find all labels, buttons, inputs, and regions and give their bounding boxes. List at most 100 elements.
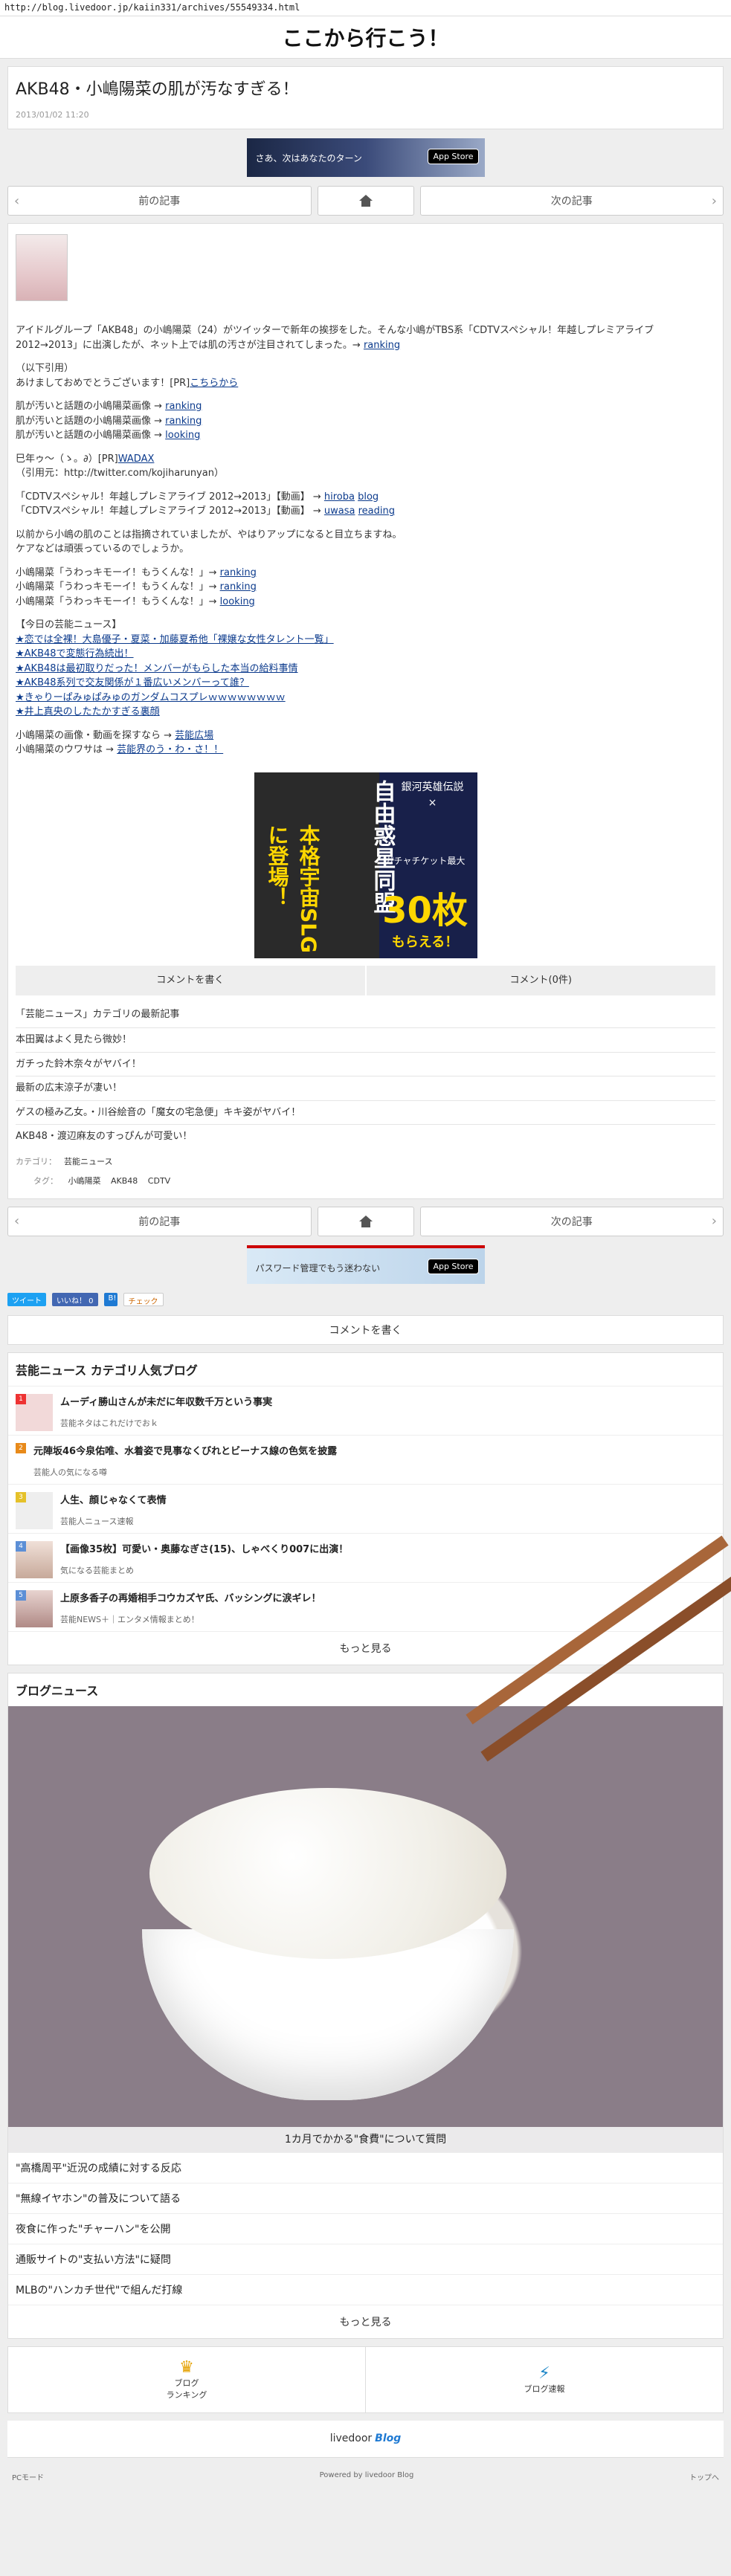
- wadax-link[interactable]: WADAX: [118, 453, 155, 465]
- tag-link[interactable]: AKB48: [111, 1176, 138, 1186]
- home-button[interactable]: [317, 186, 414, 216]
- ranking-link[interactable]: ranking: [220, 581, 257, 593]
- footer-nav: ♛ ブログ ランキング ⚡ ブログ速報: [7, 2346, 724, 2413]
- ranking-item[interactable]: 3 人生、顔じゃなくて表情 芸能人ニュース速報: [8, 1483, 723, 1533]
- ad-count: 30枚: [382, 889, 468, 932]
- ad-banner-bottom[interactable]: パスワード管理でもう迷わない App Store: [246, 1245, 485, 1284]
- url-bar[interactable]: http://blog.livedoor.jp/kaiin331/archive…: [0, 0, 731, 16]
- ranking-item[interactable]: 2 元陣坂46今泉佑唯、水着姿で見事なくびれとビーナス線の色気を披露 芸能人の気に…: [8, 1434, 723, 1484]
- list-item[interactable]: 本田翼はよく見たら微妙！: [16, 1027, 715, 1052]
- blog-news-list: "高橋周平"近況の成績に対する反応 "無線イヤホン"の普及について語る 夜食に作…: [8, 2151, 723, 2305]
- check-button[interactable]: チェック: [123, 1292, 164, 1306]
- social-buttons: ツイート いいね！ 0 B! チェック: [7, 1292, 724, 1306]
- kochira-link[interactable]: こちらから: [190, 378, 238, 389]
- ranking-link[interactable]: ranking: [220, 567, 257, 578]
- article-thumbnail[interactable]: [16, 234, 68, 301]
- blog-news-title: ブログニュース: [16, 1683, 99, 1698]
- blog-link[interactable]: blog: [358, 491, 379, 503]
- ranking-thumbnail: 3: [16, 1491, 53, 1529]
- ranking-link[interactable]: ranking: [165, 416, 202, 427]
- ad-text: パスワード管理でもう迷わない: [255, 1262, 381, 1274]
- livedoor-blog-logo[interactable]: livedoor Blog: [7, 2420, 724, 2458]
- ranking-thumbnail: 5: [16, 1589, 53, 1627]
- blog-ranking-button[interactable]: ♛ ブログ ランキング: [8, 2346, 366, 2412]
- list-item[interactable]: ガチった鈴木奈々がヤバイ！: [16, 1051, 715, 1076]
- prev-post-button[interactable]: ‹ 前の記事: [7, 1206, 312, 1236]
- popular-title: 芸能ニュース カテゴリ人気ブログ: [16, 1363, 198, 1378]
- tag-link[interactable]: CDTV: [148, 1176, 170, 1186]
- post-title: AKB48・小嶋陽菜の肌が汚なすぎる！: [16, 80, 299, 99]
- looking-link[interactable]: looking: [165, 430, 200, 441]
- news-link[interactable]: ★AKB48は最初取りだった！メンバーがもらした本当の給料事情: [16, 663, 298, 674]
- list-item[interactable]: 通販サイトの"支払い方法"に疑問: [8, 2243, 723, 2274]
- category-latest-list: 本田翼はよく見たら微妙！ ガチった鈴木奈々がヤバイ！ 最新の広末涼子が凄い！ ゲ…: [16, 1027, 715, 1149]
- list-item[interactable]: MLBの"ハンカチ世代"で組んだ打線: [8, 2273, 723, 2305]
- blog-quick-button[interactable]: ⚡ ブログ速報: [366, 2347, 723, 2412]
- news-link[interactable]: ★きゃりーぱみゅぱみゅのガンダムコスプレｗｗｗｗｗｗｗｗ: [16, 692, 286, 703]
- tag-link[interactable]: 小嶋陽菜: [68, 1176, 101, 1186]
- hiroba-link[interactable]: hiroba: [324, 491, 355, 503]
- chevron-right-icon: ›: [711, 1213, 717, 1229]
- ranking-thumbnail: 1: [16, 1393, 53, 1431]
- list-item[interactable]: 最新の広末涼子が凄い！: [16, 1076, 715, 1100]
- chevron-left-icon: ‹: [14, 1213, 20, 1229]
- ad-subtitle: ガチャチケット最大: [384, 855, 466, 866]
- geinou-uwasa-link[interactable]: 芸能界のう・わ・さ！！: [117, 744, 223, 755]
- app-store-badge: App Store: [428, 1258, 479, 1274]
- reading-link[interactable]: reading: [358, 506, 395, 517]
- chevron-left-icon: ‹: [14, 193, 20, 209]
- ad-left-text: 本格宇宙SLGに登場！: [265, 824, 321, 953]
- ranking-item[interactable]: 4 【画像35枚】可愛い・奥藤なぎさ(15)、しゃべくり007に出演！ 気になる芸…: [8, 1532, 723, 1582]
- rice-image: [149, 1787, 506, 1959]
- geinou-hiroba-link[interactable]: 芸能広場: [175, 730, 213, 741]
- chevron-right-icon: ›: [711, 193, 717, 209]
- hero-caption[interactable]: 1カ月でかかる"食費"について質問: [8, 2126, 723, 2152]
- like-button[interactable]: いいね！ 0: [52, 1292, 98, 1306]
- next-post-button[interactable]: 次の記事 ›: [419, 1206, 724, 1236]
- comment-count-button[interactable]: コメント(0件): [366, 965, 715, 995]
- news-link[interactable]: ★AKB48系列で交友関係が１番広いメンバーって誰？: [16, 677, 249, 688]
- pc-mode-link[interactable]: PCモード: [12, 2471, 44, 2482]
- blog-news: ブログニュース 1カ月でかかる"食費"について質問 "高橋周平"近況の成績に対す…: [7, 1535, 731, 2339]
- prev-post-button[interactable]: ‹ 前の記事: [7, 186, 312, 216]
- list-item[interactable]: "高橋周平"近況の成績に対する反応: [8, 2151, 723, 2183]
- post-meta: カテゴリ： 芸能ニュース: [16, 1156, 113, 1166]
- ad-text: さあ、次はあなたのターン: [255, 153, 362, 164]
- bottom-bar: PCモード Powered by livedoor Blog トップへ: [0, 2458, 731, 2496]
- site-title[interactable]: ここから行こう！: [0, 22, 731, 52]
- news-link[interactable]: ★恋では全裸！大島優子・夏菜・加藤夏希他「裸嬢な女性タレント一覧」: [16, 634, 334, 645]
- ranking-link[interactable]: ranking: [364, 340, 400, 351]
- comment-row: コメントを書く コメント(0件): [16, 965, 715, 995]
- write-comment-button[interactable]: コメントを書く: [16, 965, 365, 995]
- today-news-heading: 【今日の芸能ニュース】: [16, 619, 122, 630]
- news-link[interactable]: ★井上真央のしたたかすぎる裏顔: [16, 706, 160, 717]
- lightning-icon: ⚡: [538, 2364, 550, 2383]
- next-post-button[interactable]: 次の記事 ›: [419, 186, 724, 216]
- list-item[interactable]: AKB48・渡辺麻友のすっぴんが可愛い！: [16, 1124, 715, 1149]
- looking-link[interactable]: looking: [220, 596, 255, 607]
- back-to-top-link[interactable]: トップへ: [689, 2471, 719, 2482]
- hatena-bookmark-button[interactable]: B!: [103, 1292, 117, 1306]
- ranking-link[interactable]: ranking: [165, 401, 202, 412]
- ad-title: 銀河英雄伝説 ×: [401, 781, 464, 809]
- pager-bottom: ‹ 前の記事 次の記事 ›: [7, 1206, 724, 1236]
- home-icon: [358, 1215, 373, 1227]
- list-item[interactable]: ゲスの極み乙女。・川谷絵音の「魔女の宅急便」キキ姿がヤバイ！: [16, 1100, 715, 1125]
- category-link[interactable]: 芸能ニュース: [64, 1157, 112, 1166]
- news-hero-image[interactable]: 1カ月でかかる"食費"について質問: [8, 1535, 731, 2152]
- blog-news-more-button[interactable]: もっと見る: [8, 2304, 723, 2338]
- uwasa-link[interactable]: uwasa: [324, 506, 355, 517]
- powered-by: Powered by livedoor Blog: [319, 2470, 414, 2479]
- ranking-item[interactable]: 1 ムーディ勝山さんが未だに年収数千万という事実 芸能ネタはこれだけでおｋ: [8, 1385, 723, 1435]
- game-ad[interactable]: 本格宇宙SLGに登場！ 自由惑星同盟 銀河英雄伝説 × ガチャチケット最大 30…: [254, 772, 477, 958]
- tweet-button[interactable]: ツイート: [7, 1292, 46, 1306]
- home-button[interactable]: [317, 1206, 414, 1236]
- list-item[interactable]: "無線イヤホン"の普及について語る: [8, 2182, 723, 2213]
- post-date: 2013/01/02 11:20: [16, 110, 89, 120]
- app-store-badge: App Store: [428, 149, 479, 164]
- site-header: ここから行こう！: [0, 16, 731, 59]
- ad-banner-top[interactable]: さあ、次はあなたのターン App Store: [246, 138, 485, 177]
- news-link[interactable]: ★AKB48で変態行為続出！: [16, 648, 134, 659]
- list-item[interactable]: 夜食に作った"チャーハン"を公開: [8, 2212, 723, 2244]
- write-comment-button[interactable]: コメントを書く: [7, 1314, 724, 1345]
